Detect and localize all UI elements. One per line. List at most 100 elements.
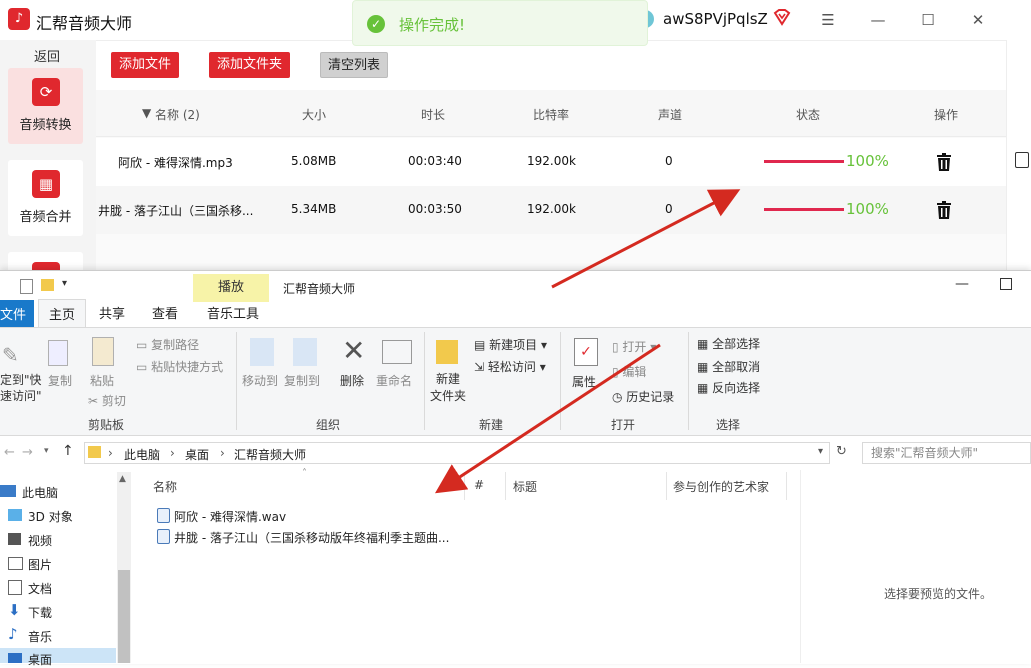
file-item[interactable]: 阿欣 - 难得深情.wav xyxy=(174,508,286,525)
move-to-icon[interactable] xyxy=(250,338,274,366)
refresh-icon[interactable]: ↻ xyxy=(836,444,847,459)
copy-to-icon[interactable] xyxy=(293,338,317,366)
maximize-button[interactable]: ☐ xyxy=(916,8,940,32)
properties-button[interactable]: 属性 xyxy=(572,373,596,390)
move-to-button[interactable]: 移动到 xyxy=(242,372,278,389)
context-tab-play[interactable]: 播放 xyxy=(193,274,269,302)
delete-button[interactable]: 删除 xyxy=(340,372,364,389)
paste-button[interactable]: 粘贴 xyxy=(90,372,114,389)
quick-access-dropdown-icon[interactable]: ▾ xyxy=(62,278,67,289)
col-status: 状态 xyxy=(796,108,821,122)
col-name[interactable]: 名称 xyxy=(153,478,177,495)
col-name[interactable]: 名称 (2) xyxy=(155,106,200,123)
select-none-button[interactable]: ▦ 全部取消 xyxy=(697,358,760,375)
edit-button[interactable]: ▯ 编辑 xyxy=(612,363,646,380)
column-divider[interactable] xyxy=(505,472,506,500)
column-divider[interactable] xyxy=(666,472,667,500)
back-arrow-icon[interactable]: ← xyxy=(4,445,15,460)
column-divider[interactable] xyxy=(786,472,787,500)
close-button[interactable]: ✕ xyxy=(966,8,990,32)
cut-label: 剪切 xyxy=(101,394,126,408)
explorer-minimize-button[interactable]: — xyxy=(955,276,969,292)
new-folder-icon[interactable] xyxy=(436,340,458,364)
history-button[interactable]: ◷ 历史记录 xyxy=(612,388,674,405)
tab-view[interactable]: 查看 xyxy=(152,303,178,322)
tab-music-tools[interactable]: 音乐工具 xyxy=(207,303,259,322)
rename-button[interactable]: 重命名 xyxy=(376,372,412,389)
tree-item-this-pc[interactable]: 此电脑 xyxy=(22,484,58,501)
col-title[interactable]: 标题 xyxy=(513,478,537,495)
folder-quick-icon[interactable] xyxy=(41,279,54,291)
tree-item-pictures[interactable]: 图片 xyxy=(28,556,52,573)
app-title: 汇帮音频大师 xyxy=(36,14,133,33)
delete-icon[interactable] xyxy=(936,153,952,171)
delete-icon[interactable] xyxy=(936,201,952,219)
breadcrumb-folder[interactable]: 汇帮音频大师 xyxy=(234,446,306,463)
sort-desc-icon[interactable]: ▼ xyxy=(142,106,151,120)
vip-icon[interactable] xyxy=(773,8,791,26)
tree-item-3d-objects[interactable]: 3D 对象 xyxy=(28,508,73,525)
easy-access-button[interactable]: ⇲ 轻松访问 ▾ xyxy=(474,358,546,375)
username[interactable]: awS8PVjPqlsZ xyxy=(663,10,768,28)
open-button[interactable]: ▯ 打开 ▾ xyxy=(612,338,656,355)
file-item[interactable]: 井胧 - 落子江山（三国杀移动版年终福利季主题曲... xyxy=(174,529,449,546)
tree-item-documents[interactable]: 文档 xyxy=(28,580,52,597)
new-folder-button[interactable]: 新建 文件夹 xyxy=(430,371,466,405)
back-link[interactable]: 返回 xyxy=(34,46,60,65)
minimize-button[interactable]: — xyxy=(866,8,890,32)
add-folder-button[interactable]: 添加文件夹 xyxy=(209,52,290,78)
paste-shortcut-button[interactable]: ▭ 粘贴快捷方式 xyxy=(136,358,223,375)
tree-item-downloads[interactable]: 下载 xyxy=(28,604,52,621)
app-logo-icon: ♪ xyxy=(8,8,30,30)
forward-arrow-icon[interactable]: → xyxy=(22,445,33,460)
row-duration: 00:03:50 xyxy=(408,202,462,216)
history-label: 历史记录 xyxy=(626,390,675,404)
pin-quick-access-button[interactable]: 定到"快 速访问" xyxy=(0,372,42,404)
tab-file[interactable]: 文件 xyxy=(0,300,35,327)
tree-item-desktop[interactable]: 桌面 xyxy=(28,651,52,668)
music-icon: ♪ xyxy=(8,625,18,643)
recent-dropdown-icon[interactable]: ▾ xyxy=(44,446,49,456)
scroll-up-icon[interactable]: ▲ xyxy=(119,474,126,484)
up-arrow-icon[interactable]: ↑ xyxy=(62,443,74,459)
copy-path-button[interactable]: ▭ 复制路径 xyxy=(136,336,199,353)
properties-quick-icon[interactable] xyxy=(20,279,33,294)
copy-path-label: 复制路径 xyxy=(151,338,200,352)
col-artist[interactable]: 参与创作的艺术家 xyxy=(673,478,769,495)
open-label: 打开 xyxy=(622,340,647,354)
sidebar-item-audio-convert[interactable]: ⟳ 音频转换 xyxy=(8,68,83,144)
column-divider[interactable] xyxy=(464,472,465,500)
add-file-button[interactable]: 添加文件 xyxy=(111,52,179,78)
copy-icon[interactable] xyxy=(48,340,68,366)
select-all-button[interactable]: ▦ 全部选择 xyxy=(697,335,760,352)
rename-icon[interactable] xyxy=(382,340,412,364)
pc-icon xyxy=(0,485,16,497)
pin-icon[interactable]: ✎ xyxy=(2,343,19,367)
invert-selection-button[interactable]: ▦ 反向选择 xyxy=(697,379,760,396)
doc-icon[interactable] xyxy=(1015,152,1029,168)
tab-home[interactable]: 主页 xyxy=(38,299,87,327)
clear-list-button[interactable]: 清空列表 xyxy=(320,52,388,78)
tree-item-music[interactable]: 音乐 xyxy=(28,628,52,645)
copy-button[interactable]: 复制 xyxy=(48,372,72,389)
cut-button[interactable]: ✂ 剪切 xyxy=(88,392,126,409)
explorer-maximize-button[interactable] xyxy=(1000,278,1012,290)
search-input[interactable]: 搜索"汇帮音频大师" xyxy=(862,442,1031,464)
tab-share[interactable]: 共享 xyxy=(99,303,125,322)
paste-icon[interactable] xyxy=(92,337,114,366)
address-dropdown-icon[interactable]: ▾ xyxy=(818,446,823,457)
nav-scrollbar-thumb[interactable] xyxy=(118,570,130,663)
copy-to-button[interactable]: 复制到 xyxy=(284,372,320,389)
merge-icon: ▦ xyxy=(32,170,60,198)
tree-item-videos[interactable]: 视频 xyxy=(28,532,52,549)
audio-file-icon xyxy=(157,508,170,523)
properties-icon[interactable]: ✓ xyxy=(574,338,598,366)
sidebar-item-audio-merge[interactable]: ▦ 音频合并 xyxy=(8,160,83,236)
col-number[interactable]: # xyxy=(474,478,484,492)
new-item-button[interactable]: ▤ 新建项目 ▾ xyxy=(474,336,547,353)
menu-icon[interactable]: ☰ xyxy=(816,8,840,32)
breadcrumb-this-pc[interactable]: 此电脑 xyxy=(124,446,160,463)
breadcrumb-desktop[interactable]: 桌面 xyxy=(185,446,209,463)
delete-x-icon[interactable]: ✕ xyxy=(342,334,365,367)
history-icon: ◷ xyxy=(612,390,627,404)
